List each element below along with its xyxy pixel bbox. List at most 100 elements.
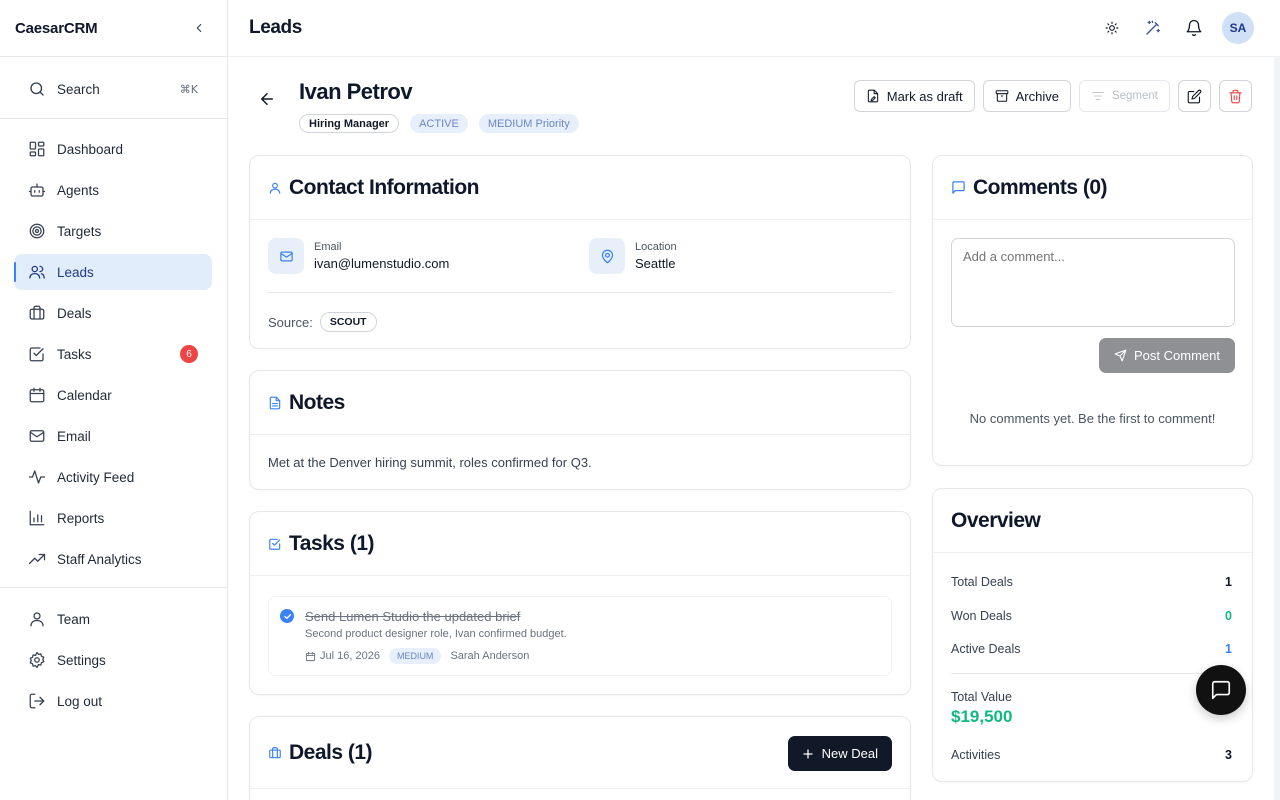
source-label: Source: (268, 314, 313, 330)
location-value: Seattle (635, 256, 676, 271)
new-deal-button[interactable]: New Deal (787, 736, 892, 771)
email-value[interactable]: ivan@lumenstudio.com (314, 256, 449, 271)
task-item[interactable]: Send Lumen Studio the updated brief Seco… (268, 596, 892, 676)
mark-as-draft-button[interactable]: Mark as draft (853, 80, 975, 112)
filter-lines-icon (1092, 91, 1104, 101)
deals-card-header: Deals (1) New Deal (250, 717, 910, 789)
sidebar-item-deals[interactable]: Deals (14, 295, 212, 331)
page-scrollbar[interactable] (1274, 57, 1280, 800)
bar-chart-icon (29, 510, 45, 526)
logout-icon (29, 693, 45, 709)
task-complete-checkbox[interactable] (280, 609, 294, 623)
sidebar-divider (0, 118, 227, 119)
sidebar-item-tasks[interactable]: Tasks 6 (14, 336, 212, 372)
sidebar-item-dashboard[interactable]: Dashboard (14, 131, 212, 167)
top-actions: SA (1087, 12, 1254, 44)
chat-icon (1211, 680, 1231, 700)
task-description: Second product designer role, Ivan confi… (305, 628, 567, 640)
archive-button[interactable]: Archive (982, 80, 1071, 112)
won-deals-label: Won Deals (951, 609, 1012, 623)
file-draft-icon (867, 89, 878, 103)
notes-card-header: Notes (250, 371, 910, 435)
won-deals-value: 0 (1225, 609, 1232, 623)
theme-toggle-button[interactable] (1096, 12, 1128, 44)
sidebar-item-logout[interactable]: Log out (14, 683, 212, 719)
notes-card-title: Notes (289, 390, 345, 414)
message-square-icon (952, 181, 965, 194)
overview-total-deals: Total Deals 1 (951, 575, 1232, 589)
tasks-card-title: Tasks (1) (289, 531, 375, 555)
overview-active-deals: Active Deals 1 (951, 642, 1232, 656)
search-shortcut: ⌘K (179, 82, 198, 96)
check-icon (283, 613, 291, 619)
tasks-card-header: Tasks (1) (250, 512, 910, 576)
sun-icon (1105, 21, 1119, 35)
user-icon (30, 612, 44, 627)
back-button[interactable] (258, 90, 276, 108)
overview-divider (951, 673, 1232, 674)
sidebar-item-email[interactable]: Email (14, 418, 212, 454)
bot-icon (28, 183, 46, 197)
trash-icon (1229, 89, 1242, 103)
sidebar-item-settings[interactable]: Settings (14, 642, 212, 678)
arrow-left-icon (261, 93, 273, 105)
search-nav: Search ⌘K (14, 71, 212, 112)
overview-total-value: Total Value (951, 690, 1232, 704)
total-deals-value: 1 (1225, 575, 1232, 589)
chat-fab-button[interactable] (1196, 665, 1246, 715)
edit-lead-button[interactable] (1178, 80, 1211, 112)
total-deals-label: Total Deals (951, 575, 1013, 589)
sidebar-item-label: Activity Feed (57, 469, 135, 485)
post-comment-button[interactable]: Post Comment (1099, 338, 1235, 373)
activities-label: Activities (951, 748, 1001, 762)
briefcase-icon (29, 305, 45, 320)
collapse-sidebar-button[interactable] (189, 18, 209, 38)
gear-icon (29, 651, 45, 669)
email-label: Email (314, 241, 342, 253)
sidebar-item-label: Log out (57, 693, 103, 709)
bell-icon (1186, 19, 1202, 37)
status-badge: ACTIVE (410, 114, 468, 133)
main-nav: Dashboard Agents Targets Leads Deals Tas… (14, 131, 212, 582)
user-icon (269, 182, 281, 194)
magic-wand-button[interactable] (1137, 12, 1169, 44)
overview-won-deals: Won Deals 0 (951, 609, 1232, 623)
sidebar-search[interactable]: Search ⌘K (14, 71, 212, 107)
task-priority-badge: MEDIUM (388, 648, 442, 664)
sidebar-item-label: Staff Analytics (57, 551, 142, 567)
comment-input[interactable] (951, 238, 1235, 327)
edit-icon (1187, 89, 1202, 103)
users-icon (29, 265, 45, 279)
notifications-button[interactable] (1178, 12, 1210, 44)
email-row: Email ivan@lumenstudio.com (268, 238, 449, 274)
segment-button[interactable]: Segment (1078, 80, 1170, 112)
sidebar: CaesarCRM Search ⌘K Dashboard Agents Tar… (0, 0, 228, 800)
file-text-icon (269, 396, 281, 409)
sidebar-item-agents[interactable]: Agents (14, 172, 212, 208)
contact-card: Contact Information Email ivan@lumenstud… (249, 155, 911, 349)
deals-card: Deals (1) New Deal (249, 716, 911, 800)
sidebar-item-label: Email (57, 428, 91, 444)
overview-card-header: Overview (933, 489, 1252, 553)
sidebar-divider (0, 587, 227, 588)
sidebar-item-reports[interactable]: Reports (14, 500, 212, 536)
sidebar-item-team[interactable]: Team (14, 601, 212, 637)
map-pin-icon (601, 249, 613, 263)
contact-divider (268, 292, 892, 293)
sidebar-item-leads[interactable]: Leads (14, 254, 212, 290)
magic-wand-icon (1146, 20, 1161, 35)
source-chip: SCOUT (319, 312, 377, 332)
delete-lead-button[interactable] (1219, 80, 1252, 112)
task-meta: Jul 16, 2026 MEDIUM Sarah Anderson (305, 648, 529, 664)
overview-card: Overview Total Deals 1 Won Deals 0 Activ… (932, 488, 1253, 782)
role-tag: Hiring Manager (299, 114, 400, 133)
contact-card-header: Contact Information (250, 156, 910, 220)
priority-badge: MEDIUM Priority (478, 114, 579, 133)
user-avatar[interactable]: SA (1222, 12, 1254, 44)
sidebar-item-activity-feed[interactable]: Activity Feed (14, 459, 212, 495)
archive-label: Archive (1015, 88, 1059, 104)
sidebar-item-targets[interactable]: Targets (14, 213, 212, 249)
sidebar-item-calendar[interactable]: Calendar (14, 377, 212, 413)
sidebar-item-staff-analytics[interactable]: Staff Analytics (14, 541, 212, 577)
sidebar-item-label: Dashboard (57, 141, 124, 157)
